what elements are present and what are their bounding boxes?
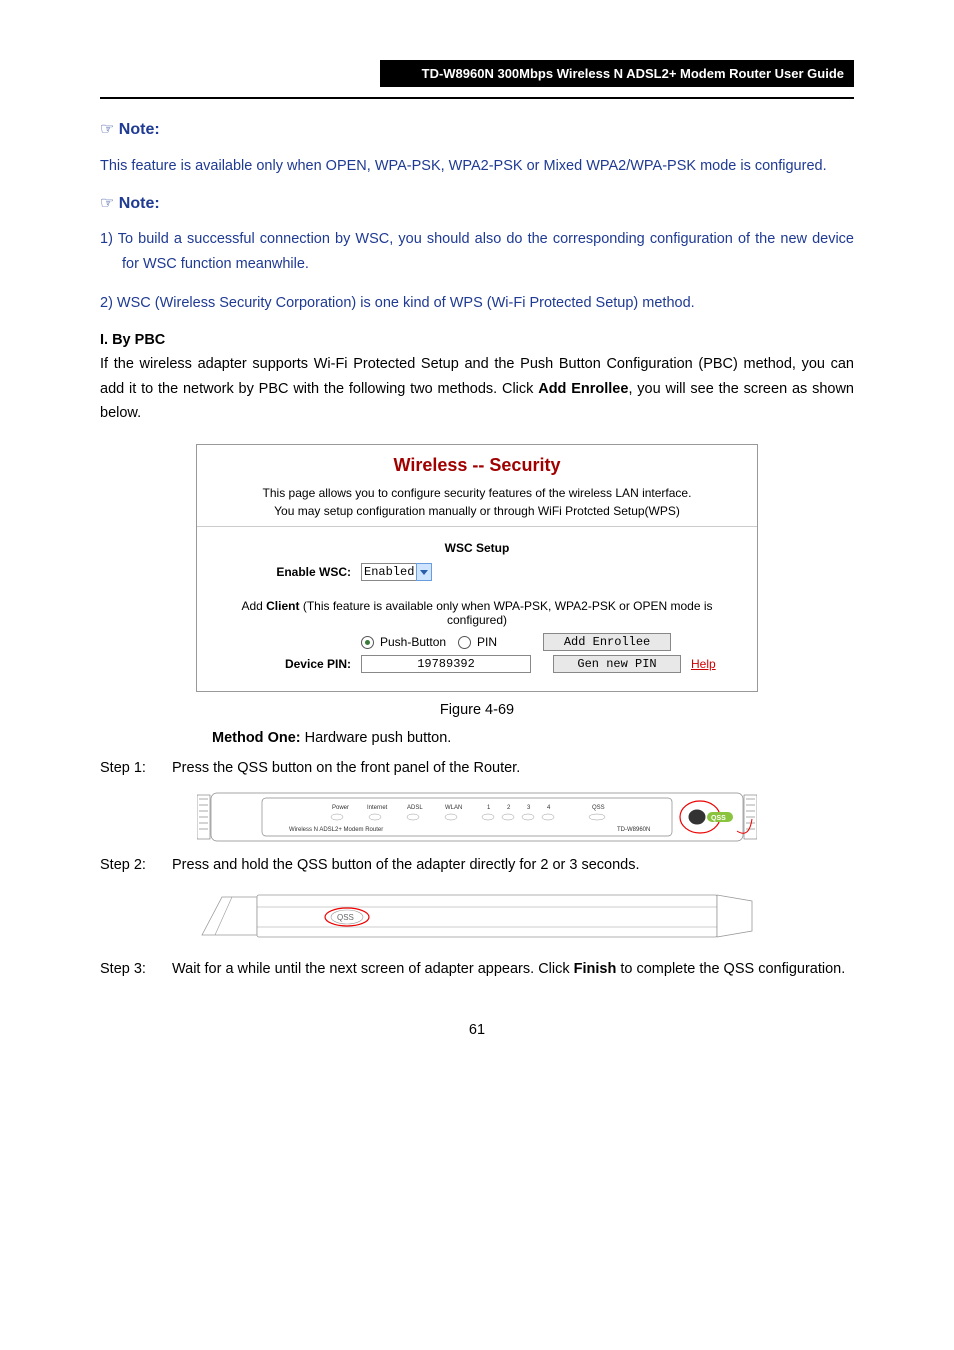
- chevron-down-icon[interactable]: [416, 563, 432, 581]
- svg-text:Power: Power: [332, 805, 349, 811]
- note-icon: ☞ Note:: [100, 193, 854, 213]
- help-link[interactable]: Help: [691, 657, 716, 671]
- push-button-radio[interactable]: [361, 636, 374, 649]
- step-2: Step 2: Press and hold the QSS button of…: [100, 853, 854, 878]
- adapter-image: QSS: [197, 887, 757, 947]
- wireless-security-panel: Wireless -- Security This page allows yo…: [196, 444, 758, 692]
- router-front-panel-image: Power Internet ADSL WLAN 1 2 3 4 QSS Wir…: [197, 791, 757, 843]
- device-pin-input[interactable]: 19789392: [361, 655, 531, 673]
- svg-text:Wireless N ADSL2+ Modem Router: Wireless N ADSL2+ Modem Router: [289, 827, 383, 833]
- note-label: Note:: [119, 195, 160, 212]
- svg-text:QSS: QSS: [592, 805, 605, 811]
- page-number: 61: [100, 1022, 854, 1038]
- pin-label: PIN: [477, 635, 497, 649]
- header-divider: [100, 97, 854, 99]
- step-label: Step 2:: [100, 853, 172, 878]
- svg-text:QSS: QSS: [337, 913, 354, 922]
- enable-wsc-label: Enable WSC:: [211, 565, 361, 579]
- add-client-note: Add Client (This feature is available on…: [197, 585, 757, 631]
- svg-text:WLAN: WLAN: [445, 805, 462, 811]
- add-enrollee-button[interactable]: Add Enrollee: [543, 633, 671, 651]
- panel-title: Wireless -- Security: [197, 445, 757, 478]
- svg-text:Internet: Internet: [367, 805, 388, 811]
- note-label: Note:: [119, 121, 160, 138]
- step-label: Step 1:: [100, 756, 172, 781]
- device-pin-label: Device PIN:: [211, 657, 361, 671]
- step-3: Step 3: Wait for a while until the next …: [100, 957, 854, 982]
- pin-radio[interactable]: [458, 636, 471, 649]
- gen-new-pin-button[interactable]: Gen new PIN: [553, 655, 681, 673]
- enable-wsc-select[interactable]: Enabled: [361, 563, 417, 581]
- method-one-title: Method One: Hardware push button.: [212, 730, 854, 746]
- step-text: Wait for a while until the next screen o…: [172, 957, 854, 982]
- note-icon: ☞ Note:: [100, 119, 854, 139]
- svg-text:ADSL: ADSL: [407, 805, 423, 811]
- step-1: Step 1: Press the QSS button on the fron…: [100, 756, 854, 781]
- figure-caption: Figure 4-69: [100, 702, 854, 718]
- header-product-title: TD-W8960N 300Mbps Wireless N ADSL2+ Mode…: [380, 60, 854, 87]
- note-list-item-1: 1) To build a successful connection by W…: [100, 227, 854, 276]
- note-text-1: This feature is available only when OPEN…: [100, 154, 854, 179]
- svg-text:TD-W8960N: TD-W8960N: [617, 827, 650, 833]
- svg-text:QSS: QSS: [711, 815, 726, 822]
- wsc-setup-label: WSC Setup: [197, 527, 757, 559]
- note-list-item-2: 2) WSC (Wireless Security Corporation) i…: [100, 291, 854, 316]
- section-title: I. By PBC: [100, 332, 165, 348]
- step-text: Press and hold the QSS button of the ada…: [172, 853, 854, 878]
- panel-description: This page allows you to configure securi…: [197, 478, 757, 527]
- step-label: Step 3:: [100, 957, 172, 982]
- section-intro: I. By PBC If the wireless adapter suppor…: [100, 328, 854, 427]
- step-text: Press the QSS button on the front panel …: [172, 756, 854, 781]
- push-button-label: Push-Button: [380, 635, 446, 649]
